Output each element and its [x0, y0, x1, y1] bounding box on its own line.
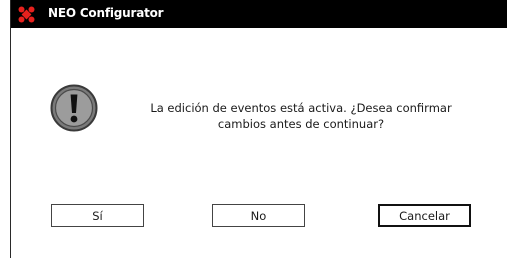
- no-button[interactable]: No: [212, 204, 305, 227]
- yes-button[interactable]: Sí: [51, 204, 144, 227]
- dialog-window: NEO Configurator La edición de eventos e…: [10, 0, 507, 258]
- window-title: NEO Configurator: [48, 6, 164, 20]
- warning-exclamation-icon: [50, 84, 98, 132]
- dialog-message: La edición de eventos está activa. ¿Dese…: [150, 101, 452, 131]
- title-bar[interactable]: NEO Configurator: [11, 0, 507, 28]
- cancel-button[interactable]: Cancelar: [378, 204, 471, 227]
- neo-logo-icon: [18, 6, 35, 23]
